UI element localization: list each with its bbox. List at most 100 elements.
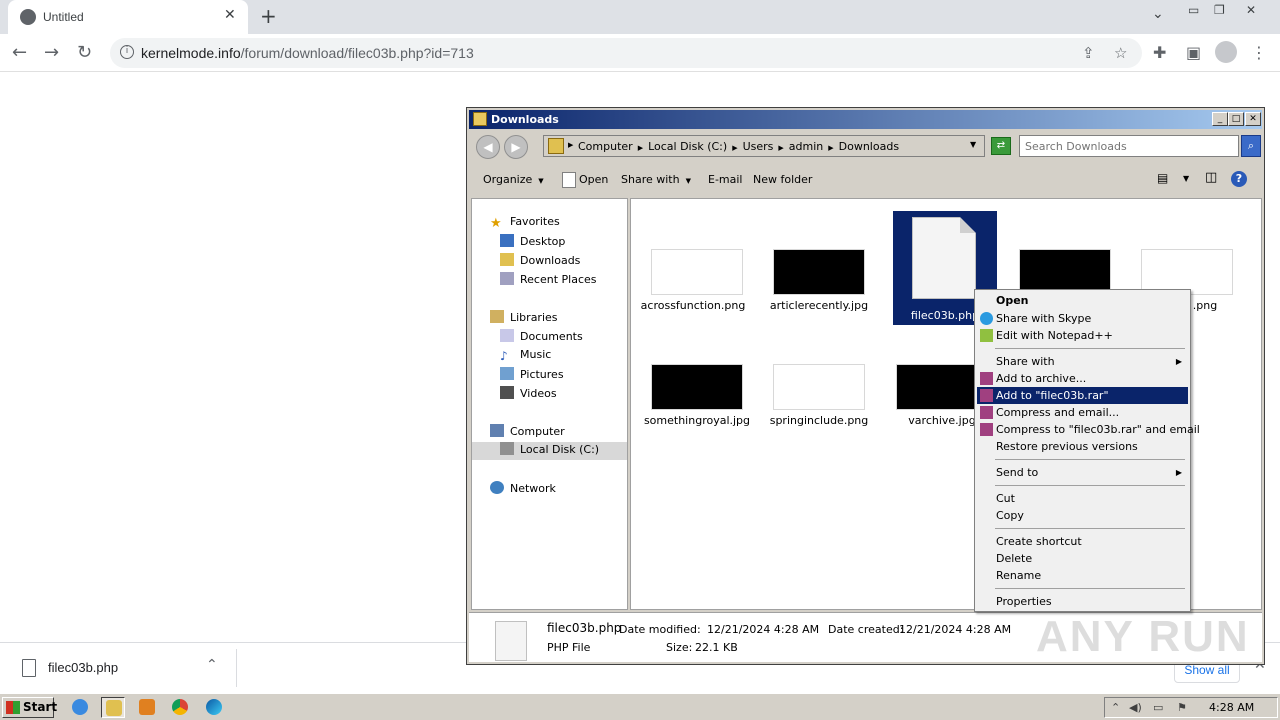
start-button[interactable]: Start: [2, 697, 57, 718]
address-bar[interactable]: i kernelmode.info/forum/download/filec03…: [110, 38, 1142, 68]
clock[interactable]: 4:28 AM: [1209, 701, 1254, 714]
taskbar-chrome[interactable]: [168, 697, 192, 718]
forward-arrow-icon[interactable]: →: [44, 42, 59, 63]
date-created-value: 12/21/2024 4:28 AM: [899, 623, 1012, 636]
taskbar-edge[interactable]: [202, 697, 226, 718]
browser-tab[interactable]: Untitled ✕: [8, 0, 248, 34]
action-center-flag-icon[interactable]: ⚑: [1177, 701, 1187, 714]
menu-item-compress-email[interactable]: Compress and email...: [977, 404, 1188, 421]
change-view-icon[interactable]: ▤: [1157, 171, 1168, 185]
show-hidden-icons-icon[interactable]: ⌃: [1111, 701, 1120, 714]
organize-button[interactable]: Organize ▼: [483, 173, 544, 186]
file-item[interactable]: acrossfunction.png: [637, 249, 747, 325]
breadcrumb-chevron-icon[interactable]: ▶: [638, 144, 643, 152]
nav-music[interactable]: ♪ Music: [500, 348, 551, 366]
nav-local-disk[interactable]: Local Disk (C:): [472, 442, 627, 460]
recent-places-icon: [500, 272, 514, 285]
tab-close-icon[interactable]: ✕: [224, 7, 236, 23]
menu-item-share-with[interactable]: Share with ▶: [977, 353, 1188, 370]
breadcrumb-item[interactable]: Computer: [578, 140, 633, 153]
minimize-icon[interactable]: ▭: [1188, 3, 1199, 17]
maximize-button[interactable]: □: [1228, 112, 1244, 126]
nav-pictures[interactable]: Pictures: [500, 367, 564, 385]
preview-pane-icon[interactable]: ◫: [1205, 170, 1217, 185]
help-icon[interactable]: ?: [1231, 171, 1247, 187]
bookmark-star-icon[interactable]: ☆: [1114, 44, 1127, 62]
search-input[interactable]: [1020, 136, 1238, 156]
menu-item-compress-rar-email[interactable]: Compress to "filec03b.rar" and email: [977, 421, 1200, 438]
address-dropdown-icon[interactable]: ▼: [970, 140, 976, 149]
share-with-button[interactable]: Share with ▼: [621, 173, 691, 186]
download-filename[interactable]: filec03b.php: [48, 660, 118, 675]
reload-icon[interactable]: ↻: [77, 42, 92, 63]
menu-item-open[interactable]: Open: [977, 292, 1188, 309]
globe-icon: [20, 9, 36, 25]
menu-item-cut[interactable]: Cut: [977, 490, 1188, 507]
close-window-icon[interactable]: ✕: [1246, 3, 1256, 17]
search-box[interactable]: [1019, 135, 1239, 157]
email-button[interactable]: E-mail: [708, 173, 743, 186]
php-file-icon: [495, 621, 527, 661]
restore-icon[interactable]: ❐: [1214, 3, 1225, 17]
taskbar-media-player[interactable]: [135, 697, 159, 718]
new-folder-button[interactable]: New folder: [753, 173, 812, 186]
menu-item-properties[interactable]: Properties: [977, 593, 1188, 610]
nav-videos[interactable]: Videos: [500, 386, 557, 404]
menu-item-restore-versions[interactable]: Restore previous versions: [977, 438, 1188, 455]
menu-item-share-skype[interactable]: Share with Skype: [977, 310, 1188, 327]
share-icon[interactable]: ⇪: [1082, 44, 1095, 62]
new-tab-icon[interactable]: +: [260, 4, 277, 28]
extensions-icon[interactable]: ✚: [1153, 43, 1166, 62]
menu-item-create-shortcut[interactable]: Create shortcut: [977, 533, 1188, 550]
file-item[interactable]: somethingroyal.jpg: [637, 364, 750, 440]
taskbar-ie[interactable]: [68, 697, 92, 718]
search-icon[interactable]: ⌕: [1241, 135, 1261, 157]
volume-icon[interactable]: ◀): [1129, 701, 1142, 714]
network-tray-icon[interactable]: ▭: [1153, 701, 1163, 714]
breadcrumb-item[interactable]: Users: [743, 140, 774, 153]
nav-documents[interactable]: Documents: [500, 329, 583, 347]
download-options-chevron-icon[interactable]: ⌃: [206, 657, 218, 673]
minimize-button[interactable]: _: [1212, 112, 1228, 126]
breadcrumb-chevron-icon[interactable]: ▶: [778, 144, 783, 152]
taskbar-explorer[interactable]: [101, 697, 125, 718]
menu-kebab-icon[interactable]: ⋮: [1251, 43, 1267, 62]
menu-item-edit-notepadpp[interactable]: Edit with Notepad++: [977, 327, 1188, 344]
nav-downloads[interactable]: Downloads: [500, 253, 580, 271]
nav-network[interactable]: Network: [490, 481, 556, 499]
menu-item-send-to[interactable]: Send to ▶: [977, 464, 1188, 481]
breadcrumb-item[interactable]: Local Disk (C:): [648, 140, 727, 153]
menu-item-copy[interactable]: Copy: [977, 507, 1188, 524]
side-panel-icon[interactable]: ▣: [1186, 43, 1201, 62]
menu-item-delete[interactable]: Delete: [977, 550, 1188, 567]
breadcrumb-chevron-icon[interactable]: ▶: [828, 144, 833, 152]
breadcrumb-root-chevron-icon[interactable]: ▶: [568, 141, 573, 149]
tab-search-chevron-icon[interactable]: ⌄: [1152, 6, 1164, 22]
nav-recent-places[interactable]: Recent Places: [500, 272, 597, 290]
open-button[interactable]: Open: [579, 173, 608, 186]
window-titlebar[interactable]: Downloads _ □ ✕: [469, 110, 1262, 129]
refresh-icon[interactable]: ⇄: [991, 137, 1011, 155]
back-arrow-icon[interactable]: ←: [12, 42, 27, 63]
menu-item-add-to-rar[interactable]: Add to "filec03b.rar": [977, 387, 1188, 404]
breadcrumb-chevron-icon[interactable]: ▶: [732, 144, 737, 152]
profile-avatar[interactable]: [1215, 41, 1237, 63]
breadcrumb-item[interactable]: Downloads: [839, 140, 899, 153]
nav-libraries[interactable]: Libraries: [490, 310, 558, 328]
back-button[interactable]: ◀: [476, 135, 500, 159]
site-info-icon[interactable]: i: [120, 45, 134, 59]
nav-computer[interactable]: Computer: [490, 424, 565, 442]
file-item[interactable]: articlerecently.jpg: [759, 249, 869, 325]
breadcrumb-item[interactable]: admin: [789, 140, 823, 153]
breadcrumb[interactable]: ▶ Computer ▶ Local Disk (C:) ▶ Users ▶ admin ▶ D…: [543, 135, 985, 157]
nav-desktop[interactable]: Desktop: [500, 234, 565, 252]
close-button[interactable]: ✕: [1245, 112, 1261, 126]
file-item[interactable]: springinclude.png: [759, 364, 869, 440]
view-dropdown-icon[interactable]: ▼: [1183, 174, 1189, 183]
menu-item-rename[interactable]: Rename: [977, 567, 1188, 584]
forward-button[interactable]: ▶: [504, 135, 528, 159]
nav-favorites[interactable]: ★ Favorites: [490, 215, 560, 233]
url-text[interactable]: kernelmode.info/forum/download/filec03b.…: [141, 45, 474, 61]
menu-item-add-to-archive[interactable]: Add to archive...: [977, 370, 1188, 387]
size-label: Size:: [666, 641, 693, 654]
